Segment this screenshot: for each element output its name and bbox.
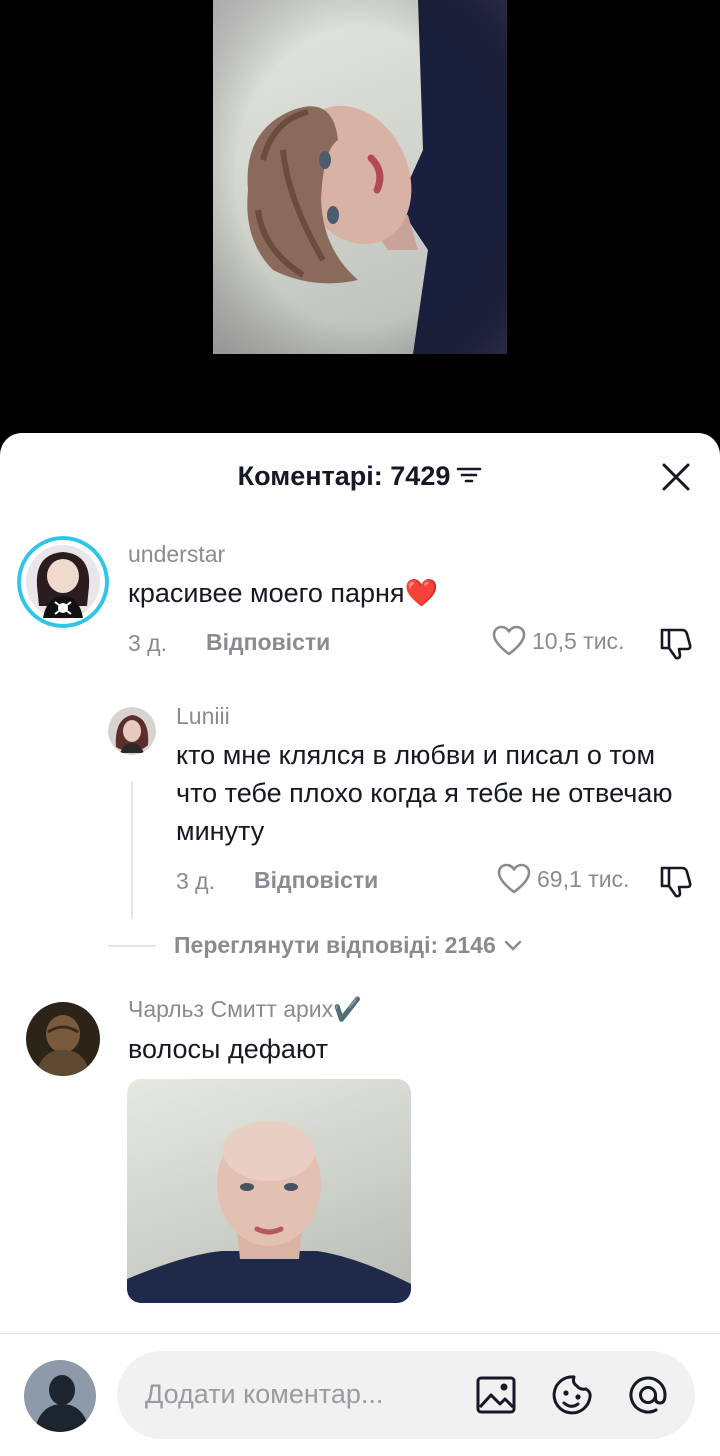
reply-button[interactable]: Відповісти [254,867,378,894]
user-avatar[interactable] [24,1360,96,1432]
reply-text: кто мне клялся в любви и писал о том что… [176,740,673,846]
filter-icon[interactable] [456,462,482,493]
comment-image[interactable] [127,1079,411,1303]
dislike-icon[interactable] [658,627,694,666]
heart-icon [497,863,531,894]
chevron-down-icon [504,940,521,951]
avatar-charles[interactable] [26,1002,100,1076]
divider [108,944,156,947]
heart-icon [492,625,526,656]
like-count: 69,1 тис. [537,865,630,892]
comment-username[interactable]: Чарльз Смитт арих✔️ [128,996,362,1023]
comment-input[interactable]: Додати коментар... [117,1351,695,1439]
video-frame [213,0,507,354]
comment-input-placeholder: Додати коментар... [145,1379,384,1409]
thread-line [131,781,133,919]
comments-count-label: Коментарі: 7429 [237,461,451,491]
video-portrait [213,0,507,354]
like-count: 10,5 тис. [532,627,625,654]
emoji-icon[interactable] [550,1373,594,1417]
reply-time: 3 д. [176,868,215,894]
reply-username[interactable]: Luniii [176,703,230,730]
view-replies-button[interactable]: Переглянути відповіді: 2146 [108,932,522,959]
comments-sheet: Коментарі: 7429 understar красивее моего… [0,433,720,1456]
avatar-luniii[interactable] [108,707,156,755]
at-icon[interactable] [626,1373,670,1417]
video-player[interactable] [0,0,720,440]
dislike-icon[interactable] [658,865,694,904]
sheet-header: Коментарі: 7429 [0,433,720,523]
avatar-understar[interactable] [17,536,109,628]
sheet-title[interactable]: Коментарі: 7429 [0,461,720,493]
comment-input-bar: Додати коментар... [0,1333,720,1456]
reply-button[interactable]: Відповісти [206,629,330,656]
comment-time: 3 д. [128,630,167,656]
comment-username[interactable]: understar [128,541,225,568]
like-button[interactable]: 10,5 тис. [492,625,624,657]
view-replies-label: Переглянути відповіді: 2146 [174,932,496,958]
close-icon[interactable] [660,461,692,493]
image-icon[interactable] [474,1373,518,1417]
comment-text: волосы дефают [128,1034,328,1064]
like-button[interactable]: 69,1 тис. [497,863,629,895]
comment-text: красивее моего парня❤️ [128,578,439,608]
